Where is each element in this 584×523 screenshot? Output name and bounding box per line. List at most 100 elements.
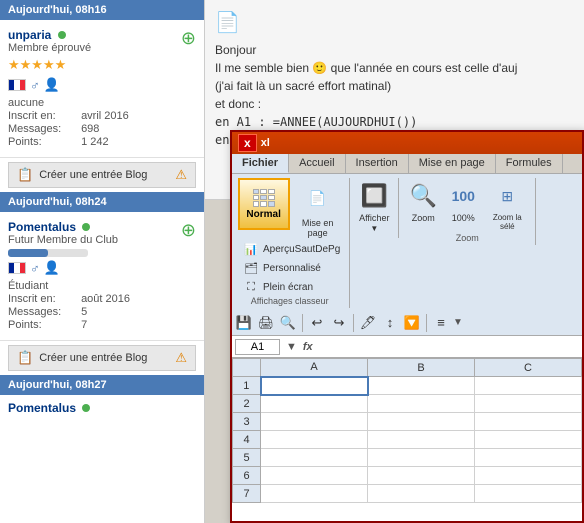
greeting-line: Bonjour bbox=[215, 41, 574, 59]
cell-B6[interactable] bbox=[368, 467, 475, 485]
blog-icon-2: 📋 bbox=[17, 350, 33, 366]
zoom-label: Zoom bbox=[412, 213, 435, 223]
add-contact-icon-2[interactable]: ⊕ bbox=[181, 220, 196, 241]
tab-insertion[interactable]: Insertion bbox=[346, 154, 409, 173]
user2-flags: ♂ 👤 bbox=[8, 260, 130, 276]
cell-B5[interactable] bbox=[368, 449, 475, 467]
cell-A6[interactable] bbox=[261, 467, 368, 485]
forum-header-2: Aujourd'hui, 08h24 bbox=[0, 192, 204, 212]
toolbar-save[interactable]: 💾 bbox=[234, 313, 254, 333]
col-header-C[interactable]: C bbox=[475, 359, 582, 377]
toolbar-redo[interactable]: ↪ bbox=[329, 313, 349, 333]
cell-A5[interactable] bbox=[261, 449, 368, 467]
forum-header-1-text: Aujourd'hui, 08h16 bbox=[8, 4, 107, 16]
user1-online-dot bbox=[58, 31, 66, 39]
add-contact-icon[interactable]: ⊕ bbox=[181, 28, 196, 49]
blog-icon: 📋 bbox=[17, 167, 33, 183]
formula-bar: A1 ▼ fx bbox=[232, 336, 582, 358]
toolbar-preview[interactable]: 🔍 bbox=[278, 313, 298, 333]
doc-icon: 📄 bbox=[215, 10, 574, 35]
row-header-7[interactable]: 7 bbox=[233, 485, 261, 503]
user1-points: Points: 1 242 bbox=[8, 136, 129, 148]
cell-C5[interactable] bbox=[475, 449, 582, 467]
fx-label: fx bbox=[303, 341, 313, 353]
blog-btn-1[interactable]: 📋 Créer une entrée Blog ⚠ bbox=[8, 162, 196, 188]
messages-label: Messages: bbox=[8, 123, 78, 135]
cell-A4[interactable] bbox=[261, 431, 368, 449]
zoom-btn[interactable]: 🔍 Zoom bbox=[405, 178, 441, 225]
user1-aucune: aucune bbox=[8, 97, 129, 109]
user1-stars: ★★★★★ bbox=[8, 57, 129, 73]
afficher-btn[interactable]: 🔲 Afficher ▼ bbox=[356, 178, 392, 235]
toolbar-filter[interactable]: 🔽 bbox=[402, 313, 422, 333]
cell-C1[interactable] bbox=[475, 377, 582, 395]
toolbar-misc[interactable]: ≡ bbox=[431, 313, 451, 333]
personnalise-label: Personnalisé bbox=[263, 263, 321, 274]
group1-label: Affichages classeur bbox=[251, 296, 329, 306]
row-header-1[interactable]: 1 bbox=[233, 377, 261, 395]
zoom-pct-btn[interactable]: 100 100% bbox=[445, 178, 481, 225]
blog-btn-2[interactable]: 📋 Créer une entrée Blog ⚠ bbox=[8, 345, 196, 371]
excel-titlebar: x xl bbox=[232, 132, 582, 154]
ribbon-content: Normal 📄 Mise en page 📊 AperçuSautDePg 🗂… bbox=[232, 174, 582, 310]
cell-A3[interactable] bbox=[261, 413, 368, 431]
toolbar-sort[interactable]: ↕ bbox=[380, 313, 400, 333]
inscrit-val: avril 2016 bbox=[81, 110, 129, 122]
excel-window: x xl Fichier Accueil Insertion Mise en p… bbox=[230, 130, 584, 523]
normal-view-btn[interactable]: Normal bbox=[238, 178, 290, 230]
user1-title: Membre éprouvé bbox=[8, 42, 129, 54]
cell-ref[interactable]: A1 bbox=[235, 339, 280, 355]
mise-en-page-icon: 📄 bbox=[304, 180, 332, 216]
table-row: 5 bbox=[233, 449, 582, 467]
zoom-sele-label: Zoom la sélé bbox=[487, 213, 527, 231]
row-header-5[interactable]: 5 bbox=[233, 449, 261, 467]
tab-fichier[interactable]: Fichier bbox=[232, 154, 289, 173]
cell-B4[interactable] bbox=[368, 431, 475, 449]
user2-etudiant-text: Étudiant bbox=[8, 280, 48, 292]
zoom-sele-btn[interactable]: ⊞ Zoom la sélé bbox=[485, 178, 529, 233]
flag-fr-icon-2 bbox=[8, 262, 26, 274]
row-header-3[interactable]: 3 bbox=[233, 413, 261, 431]
cell-C6[interactable] bbox=[475, 467, 582, 485]
spreadsheet: A B C 1 2 3 bbox=[232, 358, 582, 521]
cell-B2[interactable] bbox=[368, 395, 475, 413]
normal-view-icon bbox=[253, 189, 275, 207]
table-row: 1 bbox=[233, 377, 582, 395]
user1-aucune-text: aucune bbox=[8, 97, 44, 109]
personnalise-btn[interactable]: 🗂 Personnalisé bbox=[240, 259, 343, 277]
cell-A1[interactable] bbox=[261, 377, 368, 395]
tab-mise-en-page[interactable]: Mise en page bbox=[409, 154, 496, 173]
row-header-4[interactable]: 4 bbox=[233, 431, 261, 449]
row-header-2[interactable]: 2 bbox=[233, 395, 261, 413]
cell-ref-dropdown[interactable]: ▼ bbox=[284, 341, 299, 353]
cell-C7[interactable] bbox=[475, 485, 582, 503]
col-header-B[interactable]: B bbox=[368, 359, 475, 377]
apercu-btn[interactable]: 📊 AperçuSautDePg bbox=[240, 240, 343, 258]
tab-formules[interactable]: Formules bbox=[496, 154, 563, 173]
ribbon-group-afficher: 🔲 Afficher ▼ bbox=[356, 178, 399, 238]
formula-input[interactable] bbox=[317, 340, 579, 354]
cell-C3[interactable] bbox=[475, 413, 582, 431]
user3-name: Pomentalus bbox=[8, 401, 76, 415]
user1-inscrit: Inscrit en: avril 2016 bbox=[8, 110, 129, 122]
cell-A7[interactable] bbox=[261, 485, 368, 503]
cell-B1[interactable] bbox=[368, 377, 475, 395]
cell-C2[interactable] bbox=[475, 395, 582, 413]
toolbar-undo[interactable]: ↩ bbox=[307, 313, 327, 333]
forum-header-3: Aujourd'hui, 08h27 bbox=[0, 375, 204, 395]
plein-ecran-btn[interactable]: ⛶ Plein écran bbox=[240, 278, 343, 296]
cell-B7[interactable] bbox=[368, 485, 475, 503]
message-line2: (j'ai fait là un sacré effort matinal) bbox=[215, 77, 574, 95]
cell-A2[interactable] bbox=[261, 395, 368, 413]
excel-title-text: xl bbox=[261, 137, 270, 149]
toolbar-paint[interactable]: 🖊 bbox=[358, 313, 378, 333]
mise-en-page-btn[interactable]: 📄 Mise en page bbox=[294, 178, 342, 240]
cell-C4[interactable] bbox=[475, 431, 582, 449]
gender-icon: ♂ bbox=[30, 78, 40, 93]
col-header-A[interactable]: A bbox=[261, 359, 368, 377]
cell-B3[interactable] bbox=[368, 413, 475, 431]
toolbar-print[interactable]: 🖨 bbox=[256, 313, 276, 333]
apercu-label: AperçuSautDePg bbox=[263, 244, 340, 255]
row-header-6[interactable]: 6 bbox=[233, 467, 261, 485]
tab-accueil[interactable]: Accueil bbox=[289, 154, 345, 173]
